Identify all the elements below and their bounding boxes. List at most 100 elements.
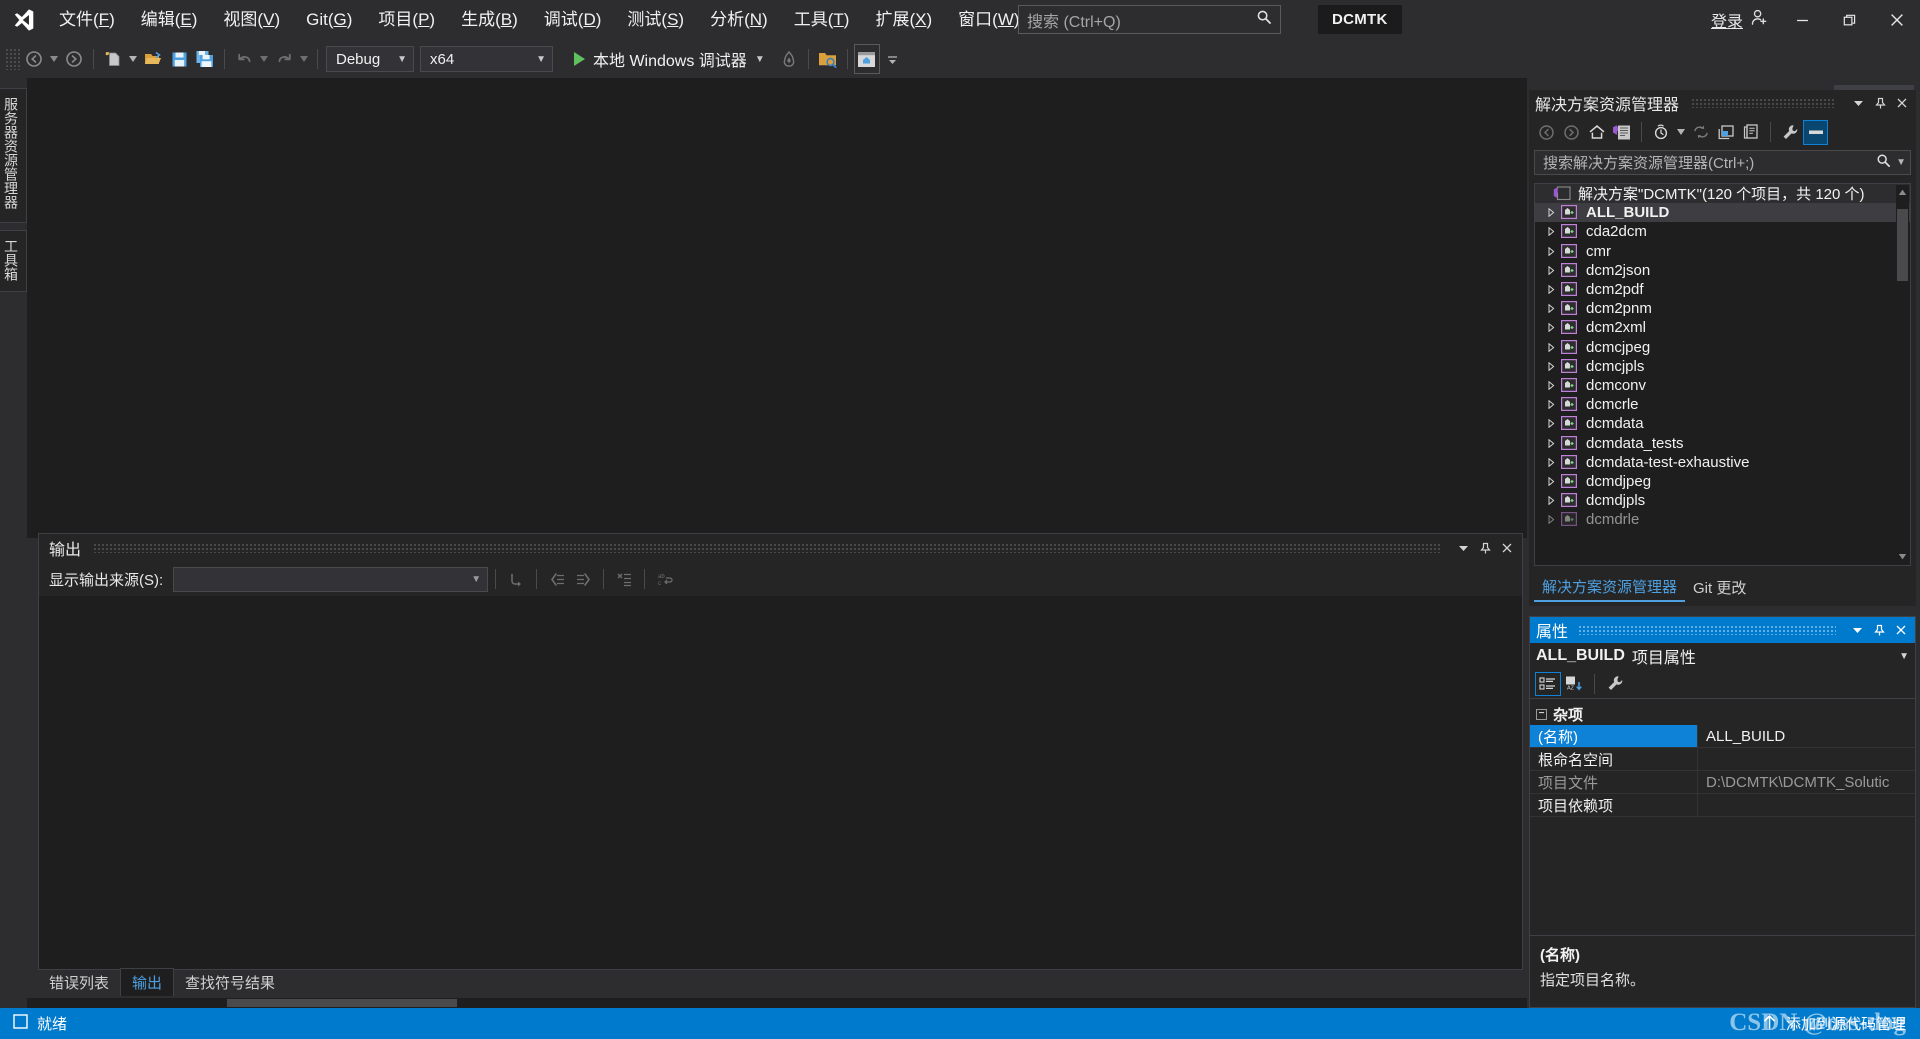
output-text-area[interactable] xyxy=(39,596,1522,969)
clear-output-icon[interactable] xyxy=(611,566,637,592)
tree-node-project[interactable]: dcmcjpls xyxy=(1535,357,1910,376)
open-folder-icon[interactable] xyxy=(140,44,166,74)
new-file-caret-icon[interactable] xyxy=(126,44,140,74)
save-all-icon[interactable] xyxy=(192,44,218,74)
tree-node-project[interactable]: dcmconv xyxy=(1535,376,1910,395)
properties-row[interactable]: 根命名空间 xyxy=(1530,748,1915,771)
menu-git[interactable]: Git(G) xyxy=(293,0,365,40)
tree-node-project[interactable]: cmr xyxy=(1535,242,1910,261)
menu-extensions[interactable]: 扩展(X) xyxy=(862,0,945,40)
tree-node-solution[interactable]: 解决方案"DCMTK"(120 个项目，共 120 个) xyxy=(1535,184,1910,204)
properties-category-row[interactable]: − 杂项 xyxy=(1530,703,1915,725)
chevron-down-icon[interactable] xyxy=(1847,92,1869,114)
chevron-down-icon[interactable]: ▼ xyxy=(1896,157,1906,168)
horizontal-scrollbar-thumb[interactable] xyxy=(227,999,457,1007)
properties-row[interactable]: 项目文件 D:\DCMTK\DCMTK_Solutic xyxy=(1530,771,1915,794)
pin-icon[interactable] xyxy=(1474,537,1496,559)
redo-icon[interactable] xyxy=(271,44,297,74)
sidebar-item-toolbox[interactable]: 工具箱 xyxy=(0,230,27,292)
menu-analyze[interactable]: 分析(N) xyxy=(697,0,781,40)
scroll-up-icon[interactable] xyxy=(1897,187,1908,198)
redo-caret-icon[interactable] xyxy=(297,44,311,74)
tree-node-project[interactable]: dcm2xml xyxy=(1535,318,1910,337)
chevron-right-icon[interactable] xyxy=(1541,304,1561,314)
sign-in-button[interactable]: 登录 xyxy=(1701,0,1779,40)
undo-icon[interactable] xyxy=(231,44,257,74)
output-jump-icon[interactable] xyxy=(503,566,529,592)
property-key[interactable]: 根命名空间 xyxy=(1530,748,1698,770)
chevron-down-icon[interactable] xyxy=(1674,117,1688,147)
tree-node-project[interactable]: dcmcjpeg xyxy=(1535,338,1910,357)
output-pane-drag-handle[interactable] xyxy=(93,543,1440,553)
properties-icon[interactable] xyxy=(1778,120,1803,145)
properties-drag-handle[interactable] xyxy=(1578,625,1836,635)
solution-explorer-search-input[interactable]: 搜索解决方案资源管理器(Ctrl+;) ▼ xyxy=(1534,150,1911,175)
forward-icon[interactable] xyxy=(1559,120,1584,145)
tree-node-project[interactable]: dcm2pnm xyxy=(1535,299,1910,318)
menu-project[interactable]: 项目(P) xyxy=(365,0,448,40)
tree-node-project[interactable]: ALL_BUILD xyxy=(1535,203,1910,223)
solution-explorer-drag-handle[interactable] xyxy=(1691,98,1835,108)
properties-row[interactable]: (名称) ALL_BUILD xyxy=(1530,725,1915,748)
tab-error-list[interactable]: 错误列表 xyxy=(38,969,120,996)
sidebar-item-server-explorer[interactable]: 服务器资源管理器 xyxy=(0,88,27,223)
chevron-right-icon[interactable] xyxy=(1541,380,1561,390)
chevron-right-icon[interactable] xyxy=(1541,457,1561,467)
output-prev-icon[interactable] xyxy=(544,566,570,592)
tree-node-project[interactable]: dcmdata xyxy=(1535,414,1910,433)
tree-node-project[interactable]: dcmdata_tests xyxy=(1535,433,1910,452)
chevron-right-icon[interactable] xyxy=(1541,496,1561,506)
solution-name-chip[interactable]: DCMTK xyxy=(1318,5,1402,34)
horizontal-scrollbar[interactable] xyxy=(27,998,1527,1008)
tree-node-project[interactable]: dcmcrle xyxy=(1535,395,1910,414)
chevron-right-icon[interactable] xyxy=(1541,227,1561,237)
scroll-down-icon[interactable] xyxy=(1897,551,1908,562)
save-icon[interactable] xyxy=(166,44,192,74)
menu-build[interactable]: 生成(B) xyxy=(448,0,531,40)
preview-window-icon[interactable] xyxy=(853,44,880,74)
tab-output[interactable]: 输出 xyxy=(120,968,175,996)
tree-node-project[interactable]: dcmdjpls xyxy=(1535,491,1910,510)
chevron-right-icon[interactable] xyxy=(1541,208,1561,218)
tab-solution-explorer[interactable]: 解决方案资源管理器 xyxy=(1534,573,1686,602)
close-icon[interactable] xyxy=(1873,0,1920,40)
home-icon[interactable] xyxy=(1584,120,1609,145)
solution-tree-scrollbar[interactable] xyxy=(1896,185,1909,564)
output-source-combo[interactable]: ▼ xyxy=(173,566,489,592)
solution-tree[interactable]: 解决方案"DCMTK"(120 个项目，共 120 个) ALL_BUILD c… xyxy=(1534,183,1911,566)
property-pages-icon[interactable] xyxy=(1602,672,1628,696)
solution-tree-scrollbar-thumb[interactable] xyxy=(1897,209,1908,281)
solution-view-icon[interactable] xyxy=(1609,120,1634,145)
restore-icon[interactable] xyxy=(1826,0,1873,40)
status-right-group[interactable]: 添加到源代码管理 xyxy=(1762,1013,1920,1034)
search-folder-icon[interactable] xyxy=(815,44,841,74)
menu-test[interactable]: 测试(S) xyxy=(614,0,697,40)
back-icon[interactable] xyxy=(1534,120,1559,145)
pin-icon[interactable] xyxy=(1869,92,1891,114)
hot-reload-icon[interactable] xyxy=(776,44,802,74)
chevron-right-icon[interactable] xyxy=(1541,515,1561,525)
chevron-right-icon[interactable] xyxy=(1541,246,1561,256)
tree-node-project[interactable]: dcmdrle xyxy=(1535,510,1910,529)
new-file-icon[interactable] xyxy=(100,44,126,74)
chevron-right-icon[interactable] xyxy=(1541,323,1561,333)
categorized-icon[interactable] xyxy=(1535,671,1561,696)
menu-debug[interactable]: 调试(D) xyxy=(531,0,615,40)
chevron-right-icon[interactable] xyxy=(1541,265,1561,275)
navigate-back-caret-icon[interactable] xyxy=(47,44,61,74)
chevron-right-icon[interactable] xyxy=(1541,285,1561,295)
navigate-back-icon[interactable] xyxy=(21,44,47,74)
menu-tools[interactable]: 工具(T) xyxy=(781,0,863,40)
refresh-icon[interactable] xyxy=(1688,120,1713,145)
chevron-right-icon[interactable] xyxy=(1541,438,1561,448)
property-value[interactable]: D:\DCMTK\DCMTK_Solutic xyxy=(1698,774,1915,791)
chevron-down-icon[interactable] xyxy=(1846,619,1868,641)
tab-git-changes[interactable]: Git 更改 xyxy=(1685,574,1754,601)
menu-edit[interactable]: 编辑(E) xyxy=(128,0,211,40)
configuration-combo[interactable]: Debug ▼ xyxy=(326,46,414,72)
chevron-right-icon[interactable] xyxy=(1541,361,1561,371)
property-key[interactable]: (名称) xyxy=(1530,725,1698,747)
pending-changes-icon[interactable] xyxy=(1649,120,1674,145)
chevron-right-icon[interactable] xyxy=(1541,476,1561,486)
chevron-down-icon[interactable]: ▼ xyxy=(1899,651,1909,662)
